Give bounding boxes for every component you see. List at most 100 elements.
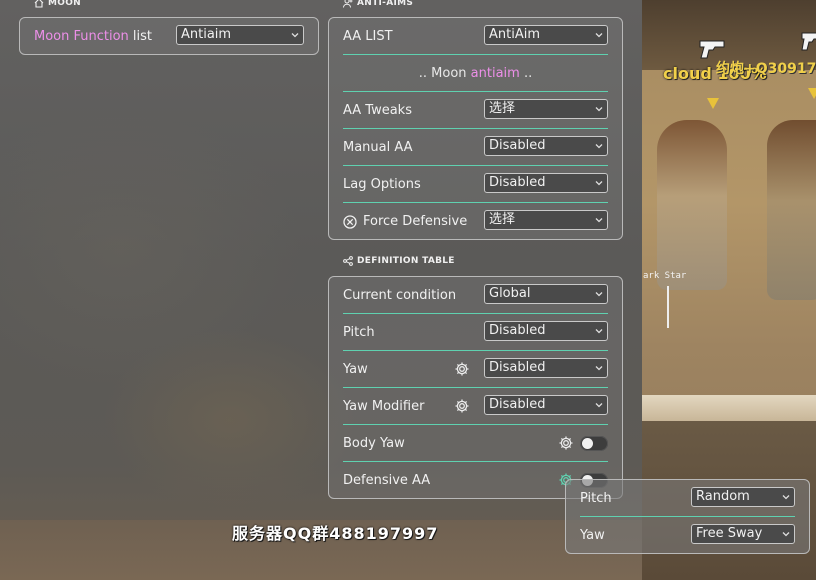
definition-section-title: DEFINITION TABLE <box>343 256 455 266</box>
gear-icon[interactable] <box>454 398 470 414</box>
force-defensive-value: 选择 <box>489 212 516 227</box>
pitch-select[interactable]: Disabled <box>484 321 608 341</box>
aa-tweaks-select[interactable]: 选择 <box>484 99 608 119</box>
moon-function-highlight: Moon Function <box>34 28 129 44</box>
esp-arrow-icon-2 <box>808 88 816 99</box>
manual-aa-label: Manual AA <box>343 140 413 155</box>
moon-section-label: MOON <box>48 0 81 8</box>
yaw-modifier-label: Yaw Modifier <box>343 399 425 414</box>
esp-player-name-2: 约炮+Q30917 <box>716 61 816 77</box>
chevron-down-icon <box>595 292 603 297</box>
pitch-label: Pitch <box>343 325 375 340</box>
body-yaw-label: Body Yaw <box>343 436 405 451</box>
yaw-modifier-select[interactable]: Disabled <box>484 395 608 415</box>
moon-function-suffix: list <box>128 28 153 44</box>
server-banner: 服务器QQ群488197997 <box>232 524 439 543</box>
body-yaw-toggle[interactable] <box>580 436 608 451</box>
esp-arrow-icon <box>707 98 719 109</box>
antiaims-section-label: ANTI-AIMS <box>357 0 414 8</box>
popup-pitch-row: Pitch Random <box>580 480 795 517</box>
share-icon <box>343 256 353 266</box>
aa-list-select[interactable]: AntiAim <box>484 25 608 45</box>
chevron-down-icon <box>595 33 603 38</box>
yaw-row: Yaw Disabled <box>343 351 608 388</box>
popup-pitch-select[interactable]: Random <box>691 487 795 507</box>
force-defensive-label-wrap: Force Defensive <box>343 214 467 229</box>
moon-function-value: Antiaim <box>181 27 232 42</box>
current-condition-select[interactable]: Global <box>484 284 608 304</box>
aa-list-value: AntiAim <box>489 27 541 42</box>
chevron-down-icon <box>595 403 603 408</box>
force-defensive-row: Force Defensive 选择 <box>343 203 608 240</box>
definition-section-label: DEFINITION TABLE <box>357 256 455 266</box>
chevron-down-icon <box>595 218 603 223</box>
scene-pole <box>667 286 669 328</box>
popup-pitch-value: Random <box>696 489 750 504</box>
manual-aa-row: Manual AA Disabled <box>343 129 608 166</box>
defensive-aa-label: Defensive AA <box>343 473 431 488</box>
moon-function-row: Moon Function list Antiaim <box>34 18 304 54</box>
player-model-1 <box>657 120 727 290</box>
yaw-modifier-row: Yaw Modifier Disabled <box>343 388 608 425</box>
aa-tweaks-value: 选择 <box>489 101 516 116</box>
antiaims-panel: AA LIST AntiAim .. Moon antiaim .. AA Tw… <box>328 17 623 240</box>
scene-ledge <box>642 395 816 421</box>
yaw-label: Yaw <box>343 362 368 377</box>
force-defensive-select[interactable]: 选择 <box>484 210 608 230</box>
antiaim-banner-row: .. Moon antiaim .. <box>343 55 608 92</box>
force-defensive-label: Force Defensive <box>363 214 468 229</box>
chevron-down-icon <box>595 144 603 149</box>
antiaim-banner-highlight: antiaim <box>470 66 520 81</box>
map-label: ark Star <box>643 271 687 281</box>
aa-list-row: AA LIST AntiAim <box>343 18 608 55</box>
antiaim-banner-suffix: .. <box>519 66 533 81</box>
close-circle-icon <box>343 214 357 229</box>
gear-icon[interactable] <box>454 361 470 377</box>
moon-function-select[interactable]: Antiaim <box>176 25 304 45</box>
yaw-modifier-value: Disabled <box>489 397 546 412</box>
lag-options-select[interactable]: Disabled <box>484 173 608 193</box>
pistol-icon-2 <box>800 30 816 57</box>
manual-aa-value: Disabled <box>489 138 546 153</box>
moon-panel: Moon Function list Antiaim <box>19 17 319 55</box>
popup-yaw-label: Yaw <box>580 528 605 543</box>
user-add-icon <box>343 0 353 8</box>
antiaim-banner-prefix: .. Moon <box>418 66 471 81</box>
current-condition-value: Global <box>489 286 531 301</box>
current-condition-label: Current condition <box>343 288 457 303</box>
manual-aa-select[interactable]: Disabled <box>484 136 608 156</box>
home-icon <box>34 0 44 8</box>
pitch-row: Pitch Disabled <box>343 314 608 351</box>
aa-list-label: AA LIST <box>343 29 393 44</box>
aa-tweaks-label: AA Tweaks <box>343 103 412 118</box>
antiaims-section-title: ANTI-AIMS <box>343 0 413 8</box>
chevron-down-icon <box>782 532 790 537</box>
chevron-down-icon <box>291 33 299 38</box>
toggle-knob <box>582 438 593 449</box>
moon-section-title: MOON <box>34 0 81 8</box>
player-model-2 <box>767 120 816 300</box>
popup-yaw-select[interactable]: Free Sway <box>691 524 795 544</box>
lag-options-row: Lag Options Disabled <box>343 166 608 203</box>
popup-pitch-label: Pitch <box>580 491 612 506</box>
chevron-down-icon <box>595 181 603 186</box>
current-condition-row: Current condition Global <box>343 277 608 314</box>
lag-options-value: Disabled <box>489 175 546 190</box>
pitch-value: Disabled <box>489 323 546 338</box>
aa-tweaks-row: AA Tweaks 选择 <box>343 92 608 129</box>
popup-yaw-value: Free Sway <box>696 526 763 541</box>
yaw-value: Disabled <box>489 360 546 375</box>
gear-icon[interactable] <box>558 435 574 451</box>
defensive-settings-popup: Pitch Random Yaw Free Sway <box>565 479 810 554</box>
definition-panel: Current condition Global Pitch Disabled … <box>328 276 623 499</box>
chevron-down-icon <box>595 366 603 371</box>
moon-function-label: Moon Function list <box>34 29 152 44</box>
yaw-select[interactable]: Disabled <box>484 358 608 378</box>
popup-yaw-row: Yaw Free Sway <box>580 517 795 554</box>
chevron-down-icon <box>595 107 603 112</box>
body-yaw-row: Body Yaw <box>343 425 608 462</box>
chevron-down-icon <box>782 495 790 500</box>
antiaim-banner: .. Moon antiaim .. <box>343 66 608 81</box>
chevron-down-icon <box>595 329 603 334</box>
lag-options-label: Lag Options <box>343 177 421 192</box>
